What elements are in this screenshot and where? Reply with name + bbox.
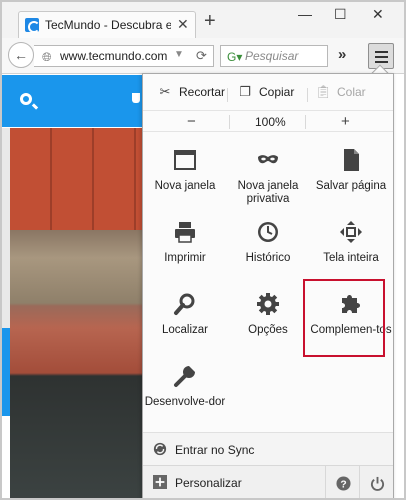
sync-row[interactable]: Entrar no Sync (143, 432, 393, 465)
svg-text:?: ? (340, 479, 346, 490)
private-mask-icon (258, 155, 278, 164)
url-text: www.tecmundo.com (60, 49, 168, 63)
menu-item-label: Nova janela (154, 180, 216, 192)
minimize-icon[interactable]: — (298, 6, 312, 22)
divider (307, 88, 308, 102)
divider (305, 115, 306, 129)
scissors-icon: ✂ (159, 84, 171, 99)
fullscreen-icon (340, 221, 362, 243)
options-gear-icon (257, 293, 279, 315)
copy-icon: ❐ (239, 84, 251, 99)
developer-wrench-icon (174, 366, 195, 387)
url-dropdown-icon[interactable]: ▼ (174, 49, 184, 60)
page-header-icon[interactable] (132, 93, 140, 103)
divider (227, 88, 228, 102)
paste-label: Colar (337, 85, 366, 99)
copy-button[interactable]: ❐ Copiar (237, 84, 294, 100)
page-left-accent (2, 328, 10, 416)
cut-label: Recortar (179, 85, 226, 99)
find-magnifier-icon (174, 293, 195, 315)
zoom-out-button[interactable]: − (187, 113, 196, 130)
page-header-bar (2, 75, 142, 127)
page-search-icon[interactable] (20, 93, 32, 105)
paste-button[interactable]: 📋︎ Colar (315, 84, 366, 100)
help-button[interactable]: ? (325, 466, 359, 498)
new-tab-plus-icon[interactable]: + (204, 11, 216, 31)
menu-item-label: Tela inteira (323, 252, 379, 264)
edit-controls: ✂ Recortar ❐ Copiar 📋︎ Colar (143, 80, 393, 104)
power-icon (370, 476, 385, 491)
plus-square-icon (153, 475, 167, 489)
zoom-level[interactable]: 100% (255, 115, 286, 129)
menu-item-label: Localizar (161, 324, 209, 336)
tecmundo-favicon-icon (25, 18, 40, 33)
back-arrow-icon[interactable]: ← (8, 42, 34, 68)
search-bar[interactable]: G▾ Pesquisar (220, 45, 328, 67)
page-left-margin (2, 128, 10, 328)
search-engine-icon[interactable]: G▾ (227, 50, 242, 64)
tab-close-icon[interactable]: ✕ (177, 16, 189, 33)
new-window-icon (174, 150, 196, 170)
tab-strip: TecMundo - Descubra e a... ✕ + — ☐ ✕ (2, 2, 404, 38)
quit-button[interactable] (359, 466, 393, 498)
window-close-icon[interactable]: ✕ (372, 6, 384, 23)
copy-label: Copiar (259, 85, 295, 99)
tab-title: TecMundo - Descubra e a... (45, 18, 171, 32)
firefox-menu-panel: ✂Recortar ❐Copiar 📋︎Colar − 100% + No (142, 73, 394, 498)
clipboard-icon: 📋︎ (315, 84, 332, 99)
help-question-icon: ? (336, 476, 351, 491)
menu-item-label: Opções (248, 324, 288, 336)
divider (229, 115, 230, 129)
navigation-toolbar: ← 🌐︎ www.tecmundo.com ▼ ⟳ G▾ Pesquisar » (2, 38, 404, 74)
sync-label: Entrar no Sync (175, 443, 255, 457)
menu-item-label: Salvar página (315, 180, 387, 192)
menu-item-label: Histórico (245, 252, 291, 264)
save-page-icon (344, 149, 359, 171)
addons-highlight-box (303, 279, 385, 357)
menu-item-label: Imprimir (164, 252, 206, 264)
active-tab[interactable]: TecMundo - Descubra e a... ✕ (18, 11, 196, 38)
reload-icon[interactable]: ⟳ (196, 48, 207, 64)
menu-item-label: Desenvolve-dor (144, 396, 226, 408)
history-clock-icon (258, 222, 278, 242)
printer-icon (175, 222, 195, 243)
menu-item-label: Nova janela privativa (237, 180, 299, 205)
sync-icon (153, 442, 167, 456)
customize-button[interactable]: Personalizar (143, 466, 325, 498)
url-bar[interactable]: 🌐︎ www.tecmundo.com ▼ ⟳ (34, 45, 214, 67)
globe-icon: 🌐︎ (42, 50, 52, 64)
cut-button[interactable]: ✂ Recortar (157, 84, 225, 100)
search-placeholder: Pesquisar (245, 49, 299, 63)
maximize-icon[interactable]: ☐ (334, 6, 347, 23)
zoom-in-button[interactable]: + (341, 113, 350, 130)
zoom-controls: − 100% + (143, 110, 393, 132)
customize-row: Personalizar ? (143, 465, 393, 498)
browser-window: TecMundo - Descubra e a... ✕ + — ☐ ✕ ← 🌐… (0, 0, 406, 500)
page-hero-image (10, 128, 142, 498)
customize-label: Personalizar (175, 476, 242, 490)
overflow-chevron-icon[interactable]: » (338, 46, 346, 63)
